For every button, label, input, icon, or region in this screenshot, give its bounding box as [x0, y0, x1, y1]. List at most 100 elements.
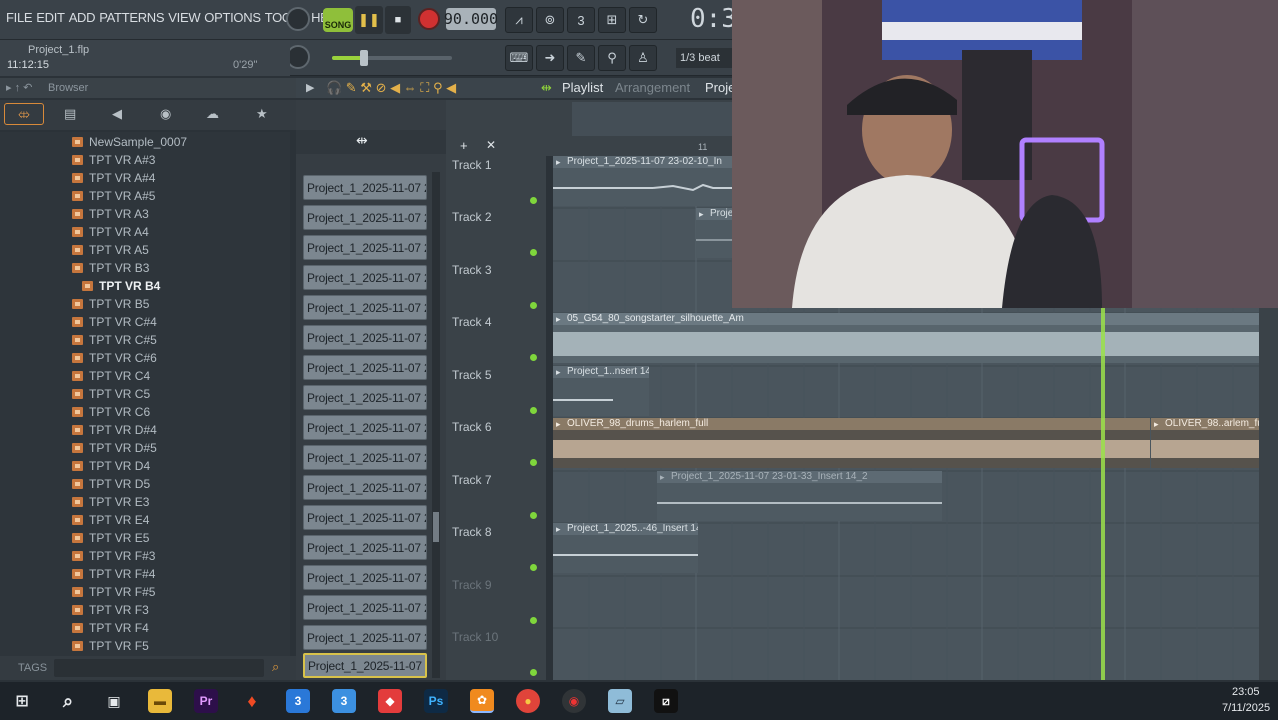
pattern-item[interactable]: Project_1_2025-11-07 2 — [303, 295, 427, 320]
pattern-item[interactable]: Project_1_2025-11-07 2 — [303, 355, 427, 380]
fl-studio-icon[interactable]: ✿ — [470, 689, 494, 713]
master-pitch-slider[interactable] — [332, 50, 452, 66]
tab-all[interactable]: ⤄ — [4, 103, 44, 125]
loop-record-button[interactable]: ↻ — [629, 7, 657, 33]
list-item[interactable]: TPT VR F4 — [72, 619, 149, 636]
app-3-icon[interactable]: 3 — [286, 689, 310, 713]
menu-file[interactable]: FILE — [4, 10, 34, 25]
audio-clip[interactable]: OLIVER_98..arlem_full — [1151, 418, 1259, 468]
list-item[interactable]: NewSample_0007 — [72, 133, 187, 150]
list-item[interactable]: TPT VR C#6 — [72, 349, 157, 366]
slider-handle[interactable] — [360, 50, 368, 66]
pattern-item[interactable]: Project_1_2025-11-07 2 — [303, 175, 427, 200]
browser-nav-icon[interactable]: ▸ ↑ ↶ — [6, 81, 32, 94]
menu-edit[interactable]: EDIT — [34, 10, 66, 25]
windows-start-icon[interactable]: ⊞ — [10, 689, 34, 713]
list-item[interactable]: TPT VR F#4 — [72, 565, 155, 582]
drag-pattern-icon[interactable]: ⇹ — [356, 132, 368, 149]
track-label[interactable]: Track 5 — [452, 368, 492, 382]
pattern-item[interactable]: Project_1_2025-11-07 2 — [303, 325, 427, 350]
list-item[interactable]: TPT VR F5 — [72, 637, 149, 654]
list-item[interactable]: TPT VR A5 — [72, 241, 149, 258]
song-mode-button[interactable]: SONG — [323, 8, 353, 32]
tab-star-icon[interactable]: ★ — [256, 106, 268, 122]
metronome-button[interactable]: ⩘ — [505, 7, 533, 33]
list-item[interactable]: TPT VR A3 — [72, 205, 149, 222]
track-label[interactable]: Track 3 — [452, 263, 492, 277]
pattern-item[interactable]: Project_1_2025-11-07 2 — [303, 595, 427, 620]
pattern-item[interactable]: Project_1_2025-11-07 2 — [303, 535, 427, 560]
track-mute-led[interactable] — [530, 302, 537, 309]
scroll-thumb[interactable] — [433, 512, 439, 542]
pattern-item[interactable]: Project_1_2025-11-07 2 — [303, 415, 427, 440]
menu-patterns[interactable]: PATTERNS — [97, 10, 166, 25]
snap-selector[interactable]: 1/3 beat — [676, 48, 732, 68]
list-item[interactable]: TPT VR C#4 — [72, 313, 157, 330]
list-item[interactable]: TPT VR A#3 — [72, 151, 155, 168]
track-label[interactable]: Track 1 — [452, 158, 492, 172]
step-edit-button[interactable]: ➜ — [536, 45, 564, 71]
track-mute-led[interactable] — [530, 354, 537, 361]
pattern-item[interactable]: Project_1_2025-11-07 2 — [303, 505, 427, 530]
track-label[interactable]: Track 2 — [452, 210, 492, 224]
menu-add[interactable]: ADD — [67, 10, 98, 25]
search-icon[interactable]: ⌕ — [272, 659, 279, 675]
pattern-item[interactable]: Project_1_2025-11-07 2 — [303, 625, 427, 650]
add-track-icon[interactable]: + — [460, 138, 468, 153]
track-mute-led[interactable] — [530, 197, 537, 204]
stamp-button[interactable]: ♙ — [629, 45, 657, 71]
list-item[interactable]: TPT VR F#3 — [72, 547, 155, 564]
track-label[interactable]: Track 8 — [452, 525, 492, 539]
pattern-item[interactable]: Project_1_2025-11-07 2 — [303, 475, 427, 500]
playlist-vscrollbar[interactable] — [1259, 308, 1278, 680]
list-item[interactable]: TPT VR B3 — [72, 259, 149, 276]
list-item[interactable]: TPT VR B5 — [72, 295, 149, 312]
audio-clip[interactable]: 05_G54_80_songstarter_silhouette_Am — [553, 313, 1259, 363]
list-item[interactable]: TPT VR A#5 — [72, 187, 155, 204]
list-item[interactable]: TPT VR E4 — [72, 511, 149, 528]
list-item[interactable]: TPT VR E3 — [72, 493, 149, 510]
pattern-item[interactable]: Project_1_2025-11-07 2 — [303, 205, 427, 230]
pattern-item[interactable]: Project_1_2025-11-07 2 — [303, 265, 427, 290]
audio-clip[interactable]: Project_1_2025-11-07 23-01-33_Insert 14_… — [657, 471, 942, 521]
track-label[interactable]: Track 10 — [452, 630, 498, 644]
list-item[interactable]: TPT VR A#4 — [72, 169, 155, 186]
tags-input[interactable] — [54, 659, 264, 677]
list-item[interactable]: TPT VR A4 — [72, 223, 149, 240]
play-button[interactable]: ❚❚ — [355, 6, 383, 34]
overview-strip[interactable] — [572, 102, 732, 136]
chrome-icon[interactable]: ● — [516, 689, 540, 713]
track-label[interactable]: Track 9 — [452, 578, 492, 592]
tab-cloud-icon[interactable]: ☁ — [206, 106, 219, 122]
track-mute-led[interactable] — [530, 512, 537, 519]
menu-options[interactable]: OPTIONS — [202, 10, 262, 25]
menu-view[interactable]: VIEW — [166, 10, 202, 25]
playlist-menu-arrow-icon[interactable]: ▶ — [306, 81, 314, 94]
list-item[interactable]: TPT VR D5 — [72, 475, 150, 492]
track-mute-led[interactable] — [530, 459, 537, 466]
close-icon[interactable]: ✕ — [486, 138, 496, 152]
audio-clip[interactable]: Project_1_2025..-46_Insert 14 — [553, 523, 698, 573]
list-item[interactable]: TPT VR D4 — [72, 457, 150, 474]
pattern-scrollbar[interactable] — [432, 172, 440, 678]
audio-clip[interactable]: Project_1..nsert 14 — [553, 366, 649, 416]
pattern-item[interactable]: Project_1_2025-11-07 2 — [303, 235, 427, 260]
countdown-button[interactable]: 3 — [567, 7, 595, 33]
audio-clip[interactable]: OLIVER_98_drums_harlem_full — [553, 418, 1150, 468]
search-icon[interactable]: ⌕ — [56, 689, 80, 713]
notes-icon[interactable]: ▱ — [608, 689, 632, 713]
track-label[interactable]: Track 6 — [452, 420, 492, 434]
typing-keyboard-button[interactable]: ⌨ — [505, 45, 533, 71]
track-mute-led[interactable] — [530, 249, 537, 256]
list-item[interactable]: TPT VR C6 — [72, 403, 150, 420]
pencil-tool-button[interactable]: ✎ — [567, 45, 595, 71]
tab-speaker-icon[interactable]: ◀ — [112, 106, 122, 122]
list-item[interactable]: TPT VR D#5 — [72, 439, 157, 456]
anydesk-icon[interactable]: ◆ — [378, 689, 402, 713]
tab-files-icon[interactable]: ▤ — [64, 106, 76, 122]
list-item[interactable]: TPT VR E5 — [72, 529, 149, 546]
list-item[interactable]: TPT VR F3 — [72, 601, 149, 618]
list-item[interactable]: TPT VR C5 — [72, 385, 150, 402]
tempo-display[interactable]: 90.000 — [444, 8, 498, 30]
file-explorer-icon[interactable]: ▬ — [148, 689, 172, 713]
